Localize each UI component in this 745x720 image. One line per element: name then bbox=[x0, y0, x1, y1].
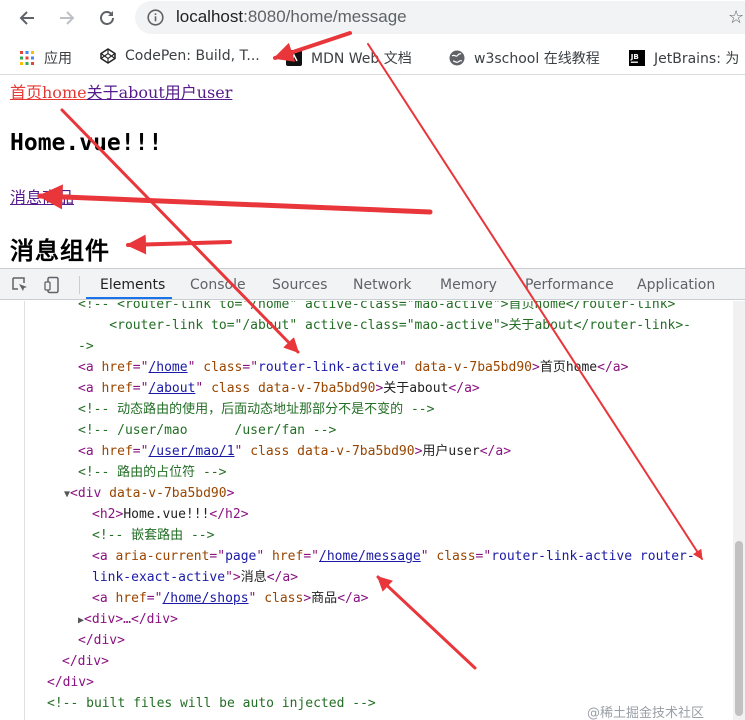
bookmark-label: w3school 在线教程 bbox=[474, 51, 600, 67]
dom-node-comment[interactable]: <!-- 嵌套路由 --> bbox=[92, 525, 214, 546]
dom-node-a-shops[interactable]: <a href="/home/shops" class>商品</a> bbox=[92, 588, 369, 609]
nav-link-home[interactable]: 首页home bbox=[10, 83, 87, 102]
url-host: localhost bbox=[176, 7, 244, 26]
dom-node-a-user[interactable]: <a href="/user/mao/1" class data-v-7ba5b… bbox=[78, 441, 511, 462]
dom-node-comment[interactable]: -> bbox=[78, 336, 94, 357]
bookmark-codepen[interactable]: CodePen: Build, T... bbox=[100, 48, 260, 64]
nav-link-shops[interactable]: 商品 bbox=[42, 188, 74, 207]
dom-node-comment[interactable]: <!-- /user/mao /user/fan --> bbox=[78, 420, 336, 441]
url-text: localhost:8080/home/message bbox=[176, 7, 407, 27]
url-path: :8080/home/message bbox=[243, 7, 407, 26]
jetbrains-icon: JB bbox=[629, 50, 645, 66]
bookmark-label: JetBrains: 为 bbox=[654, 51, 740, 67]
tab-performance[interactable]: Performance bbox=[525, 277, 614, 293]
inspect-element-icon[interactable] bbox=[11, 276, 29, 294]
tab-network[interactable]: Network bbox=[353, 277, 411, 293]
mdn-icon bbox=[286, 50, 302, 66]
gutter-line bbox=[24, 301, 25, 720]
bookmark-w3school[interactable]: w3school 在线教程 bbox=[449, 48, 600, 68]
svg-text:JB: JB bbox=[630, 52, 639, 61]
tab-elements[interactable]: Elements bbox=[100, 277, 165, 293]
nav-link-about[interactable]: 关于about bbox=[87, 83, 165, 102]
toolbar-divider bbox=[79, 276, 80, 294]
nested-nav: 消息商品 bbox=[10, 184, 74, 208]
dom-node-comment[interactable]: <!-- <router-link to="/home" active-clas… bbox=[78, 301, 675, 315]
tab-application[interactable]: Application bbox=[637, 277, 715, 293]
info-icon[interactable] bbox=[147, 9, 164, 30]
dom-node-h2[interactable]: <h2>Home.vue!!!</h2> bbox=[92, 504, 249, 525]
globe-icon bbox=[449, 50, 465, 66]
address-bar[interactable]: localhost:8080/home/message bbox=[135, 1, 745, 34]
dom-node-comment[interactable]: <!-- 动态路由的使用，后面动态地址那部分不是不变的 --> bbox=[78, 399, 434, 420]
codepen-icon bbox=[100, 48, 116, 64]
tab-console[interactable]: Console bbox=[190, 277, 246, 293]
page-heading: Home.vue!!! bbox=[10, 130, 163, 156]
reload-icon[interactable] bbox=[95, 6, 119, 30]
tab-sources[interactable]: Sources bbox=[272, 277, 327, 293]
apps-grid-icon bbox=[19, 50, 35, 66]
forward-arrow-icon[interactable] bbox=[55, 6, 79, 30]
tab-memory[interactable]: Memory bbox=[440, 277, 497, 293]
dom-node-div[interactable]: ▼<div data-v-7ba5bd90> bbox=[64, 483, 234, 505]
bookmark-mdn[interactable]: MDN Web 文档 bbox=[286, 48, 412, 68]
browser-toolbar: localhost:8080/home/message ☆ bbox=[0, 0, 745, 36]
active-tab-indicator bbox=[86, 297, 172, 299]
nav-link-message[interactable]: 消息 bbox=[10, 188, 42, 207]
devtools-tab-bar: Elements Console Sources Network Memory … bbox=[0, 269, 745, 300]
device-toolbar-icon[interactable] bbox=[44, 276, 62, 294]
main-nav: 首页home关于about用户user bbox=[10, 79, 232, 103]
dom-node-div-close[interactable]: </div> bbox=[62, 651, 109, 672]
dom-node-a-home[interactable]: <a href="/home" class="router-link-activ… bbox=[78, 357, 628, 378]
dom-node-comment[interactable]: <!-- 路由的占位符 --> bbox=[78, 462, 226, 483]
dom-node-comment[interactable]: <!-- built files will be auto injected -… bbox=[47, 693, 376, 714]
bookmark-star-icon[interactable]: ☆ bbox=[728, 7, 744, 28]
dom-node-a-message[interactable]: <a aria-current="page" href="/home/messa… bbox=[92, 546, 695, 567]
watermark: @稀土掘金技术社区 bbox=[587, 706, 705, 720]
bookmark-jetbrains[interactable]: JB JetBrains: 为 bbox=[629, 48, 739, 68]
dom-node-div-close[interactable]: </div> bbox=[78, 630, 125, 651]
dom-node-a-message-cont[interactable]: link-exact-active">消息</a> bbox=[92, 567, 298, 588]
devtools-panel: Elements Console Sources Network Memory … bbox=[0, 268, 745, 720]
bookmark-label: CodePen: Build, T... bbox=[125, 48, 260, 64]
dom-node-div-close[interactable]: </div> bbox=[47, 672, 94, 693]
page-viewport: 首页home关于about用户user Home.vue!!! 消息商品 消息组… bbox=[0, 76, 745, 268]
bookmarks-bar: 应用 CodePen: Build, T... MDN Web 文档 w3sch… bbox=[0, 39, 745, 75]
bookmark-label: MDN Web 文档 bbox=[311, 51, 412, 67]
nav-link-user[interactable]: 用户user bbox=[165, 83, 233, 102]
bookmark-label: 应用 bbox=[44, 51, 72, 67]
scrollbar-thumb[interactable] bbox=[735, 541, 743, 716]
component-title: 消息组件 bbox=[10, 236, 110, 265]
dom-node-div-collapsed[interactable]: ▶<div>…</div> bbox=[78, 609, 178, 631]
dom-node-a-about[interactable]: <a href="/about" class data-v-7ba5bd90>关… bbox=[78, 378, 480, 399]
back-arrow-icon[interactable] bbox=[15, 6, 39, 30]
bookmark-apps[interactable]: 应用 bbox=[19, 48, 72, 68]
dom-node-comment[interactable]: <router-link to="/about" active-class="m… bbox=[78, 315, 691, 336]
elements-tree: <!-- <router-link to="/home" active-clas… bbox=[0, 301, 745, 720]
